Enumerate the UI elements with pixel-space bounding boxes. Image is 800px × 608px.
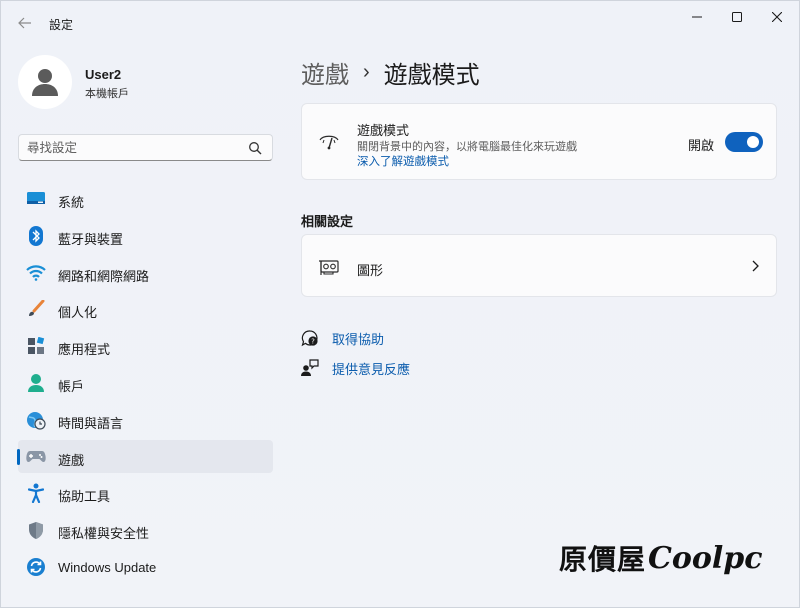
breadcrumb: 遊戲 › 遊戲模式: [301, 55, 480, 90]
sidebar-item-personalization[interactable]: 個人化: [18, 292, 273, 325]
sidebar-item-system[interactable]: 系統: [18, 182, 273, 215]
sidebar-item-label: 個人化: [58, 305, 98, 321]
breadcrumb-separator: ›: [363, 60, 370, 83]
avatar: [18, 55, 72, 109]
gamepad-icon: [26, 447, 46, 467]
chevron-right-icon: [752, 260, 759, 272]
bluetooth-icon: [26, 225, 46, 246]
toggle-knob: [747, 136, 759, 148]
search-input[interactable]: [27, 139, 237, 157]
feedback-icon: [301, 359, 319, 377]
get-help-label[interactable]: 取得協助: [332, 329, 384, 348]
sidebar-item-bluetooth[interactable]: 藍牙與裝置: [18, 219, 273, 252]
svg-text:?: ?: [311, 338, 315, 346]
graphics-label: 圖形: [357, 263, 384, 278]
settings-window: 設定 User2 本機帳戶 系統: [0, 0, 800, 608]
sidebar-item-network[interactable]: 網路和網際網路: [18, 256, 273, 289]
maximize-icon: [732, 12, 742, 22]
user-name: User2: [85, 67, 122, 82]
active-indicator: [17, 448, 20, 465]
back-arrow-icon: [18, 17, 31, 29]
game-mode-title: 遊戲模式: [357, 123, 410, 138]
toggle-state-label: 開啟: [688, 138, 715, 153]
sidebar-item-label: 協助工具: [58, 489, 111, 505]
title-bar: 設定: [1, 1, 800, 41]
shield-icon: [26, 520, 46, 540]
graphics-card[interactable]: 圖形: [301, 234, 777, 297]
sidebar-item-accounts[interactable]: 帳戶: [18, 366, 273, 399]
feedback-label[interactable]: 提供意見反應: [332, 359, 410, 378]
sidebar-item-label: 隱私權與安全性: [58, 526, 150, 542]
close-icon: [772, 12, 782, 22]
sidebar-item-label: 網路和網際網路: [58, 268, 150, 284]
search-icon[interactable]: [248, 141, 262, 155]
sidebar-item-time-language[interactable]: 時間與語言: [18, 403, 273, 436]
sidebar-item-privacy-security[interactable]: 隱私權與安全性: [18, 513, 273, 546]
user-account-type: 本機帳戶: [85, 88, 129, 100]
accessibility-icon: [26, 483, 46, 504]
user-profile[interactable]: User2 本機帳戶: [18, 55, 268, 111]
account-icon: [26, 373, 46, 393]
update-icon: [26, 557, 46, 577]
game-mode-icon: [319, 135, 339, 150]
sidebar-item-label: 藍牙與裝置: [58, 231, 124, 247]
globe-clock-icon: [26, 410, 46, 430]
sidebar-item-accessibility[interactable]: 協助工具: [18, 476, 273, 509]
back-button[interactable]: [13, 11, 37, 35]
watermark-chinese: 原價屋: [559, 543, 647, 576]
game-mode-toggle[interactable]: [725, 132, 763, 152]
sidebar-nav: 系統 藍牙與裝置 網路和網際網路 個人化 應用程式 帳戶 時間與語言 遊戲 協助…: [17, 182, 273, 587]
graphics-card-icon: [319, 260, 339, 275]
sidebar-item-windows-update[interactable]: Windows Update: [18, 550, 273, 583]
system-icon: [26, 189, 46, 209]
app-title: 設定: [49, 18, 74, 32]
sidebar-item-label: Windows Update: [58, 559, 157, 575]
minimize-button[interactable]: [677, 5, 717, 29]
sidebar-item-label: 遊戲: [58, 452, 85, 468]
close-button[interactable]: [757, 5, 797, 29]
page-title: 遊戲模式: [383, 61, 480, 89]
coolpc-watermark: 原價屋 Coolpc: [559, 534, 763, 582]
game-mode-card: 遊戲模式 關閉背景中的內容，以將電腦最佳化來玩遊戲 深入了解遊戲模式 開啟: [301, 103, 777, 180]
watermark-english: Coolpc: [648, 540, 763, 576]
sidebar-item-label: 系統: [58, 195, 85, 210]
game-mode-description: 關閉背景中的內容，以將電腦最佳化來玩遊戲: [357, 141, 577, 153]
apps-icon: [26, 336, 46, 356]
related-settings-title: 相關設定: [301, 214, 354, 229]
minimize-icon: [692, 16, 702, 18]
search-box[interactable]: [18, 134, 273, 161]
feedback-link[interactable]: 提供意見反應: [301, 358, 410, 378]
sidebar-item-label: 時間與語言: [58, 415, 124, 431]
wifi-icon: [26, 263, 46, 283]
sidebar-item-label: 應用程式: [58, 342, 111, 358]
sidebar-item-apps[interactable]: 應用程式: [18, 329, 273, 362]
brush-icon: [26, 299, 46, 319]
help-chat-icon: ?: [301, 329, 319, 347]
user-avatar-icon: [32, 69, 58, 96]
sidebar-item-label: 帳戶: [58, 378, 85, 394]
maximize-button[interactable]: [717, 5, 757, 29]
sidebar-item-gaming[interactable]: 遊戲: [17, 439, 273, 473]
breadcrumb-parent[interactable]: 遊戲: [301, 55, 349, 90]
get-help-link[interactable]: ? 取得協助: [301, 328, 384, 348]
learn-more-link[interactable]: 深入了解遊戲模式: [357, 153, 449, 169]
